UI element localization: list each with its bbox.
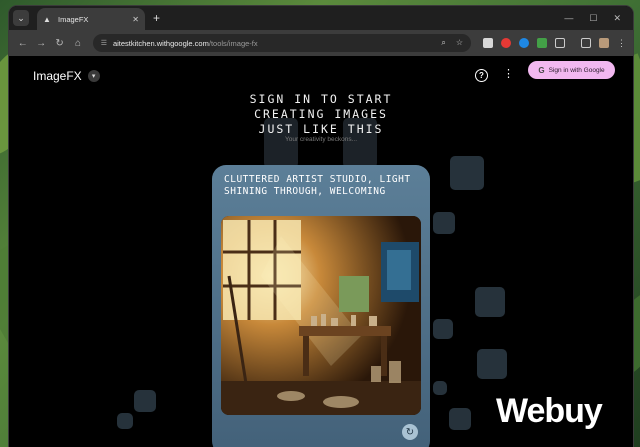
generated-image [221, 216, 421, 415]
zoom-icon[interactable]: ⌕ [441, 38, 445, 48]
home-icon[interactable]: ⌂ [70, 35, 85, 51]
help-icon[interactable]: ? [475, 69, 488, 82]
address-bar[interactable]: ☰ aitestkitchen.withgoogle.com/tools/ima… [92, 34, 472, 52]
tab-title: ImageFX [58, 14, 89, 24]
page-content: ImageFX ▾ ? ⋮ G Sign in with Google SIGN… [9, 56, 633, 447]
browser-window: ⌄ ▲ ImageFX ✕ + — ☐ ✕ ← → ↻ ⌂ ☰ aitestki… [9, 6, 633, 447]
decorative-square [433, 212, 455, 234]
decorative-square [433, 319, 453, 339]
sign-in-google-button[interactable]: G Sign in with Google [528, 61, 615, 79]
app-brand[interactable]: ImageFX ▾ [33, 69, 100, 83]
puzzle-icon[interactable] [555, 38, 566, 48]
browser-menu-icon[interactable]: ⋮ [617, 38, 627, 48]
close-icon[interactable]: ✕ [132, 15, 139, 24]
side-panel-icon[interactable] [581, 38, 592, 48]
profile-avatar[interactable] [599, 38, 610, 48]
back-arrow-icon[interactable]: ← [15, 35, 30, 51]
browser-toolbar: ← → ↻ ⌂ ☰ aitestkitchen.withgoogle.com/t… [9, 30, 633, 56]
decorative-square [134, 390, 156, 412]
bookmark-star-icon[interactable]: ☆ [456, 38, 463, 48]
decorative-square [477, 349, 507, 379]
decorative-square [475, 287, 505, 317]
extension-icon[interactable] [519, 38, 530, 48]
brand-name: ImageFX [33, 69, 82, 83]
browser-tab-imagefx[interactable]: ▲ ImageFX ✕ [37, 8, 145, 30]
decorative-square [449, 408, 471, 430]
decorative-square [117, 413, 133, 429]
minimize-icon[interactable]: — [564, 13, 573, 24]
site-info-icon[interactable]: ☰ [101, 39, 107, 47]
maximize-icon[interactable]: ☐ [589, 13, 597, 24]
extension-icon[interactable] [537, 38, 548, 48]
refresh-icon: ↻ [405, 426, 415, 438]
hero-headline: SIGN IN TO START CREATING IMAGES JUST LI… [249, 92, 393, 136]
reload-icon[interactable]: ↻ [52, 35, 67, 51]
example-card: CLUTTERED ARTIST STUDIO, LIGHT SHINING T… [212, 165, 430, 447]
card-prompt-title: CLUTTERED ARTIST STUDIO, LIGHT SHINING T… [224, 174, 411, 197]
extension-icon[interactable] [501, 38, 512, 48]
refresh-image-button[interactable]: ↻ [402, 424, 418, 440]
watermark-logo: Webuy [496, 392, 603, 430]
triangle-logo-icon: ▲ [43, 14, 51, 24]
close-window-icon[interactable]: ✕ [613, 13, 621, 24]
decorative-square [450, 156, 484, 190]
decorative-square [433, 381, 447, 395]
window-controls: — ☐ ✕ [564, 13, 621, 24]
google-g-icon: G [538, 65, 545, 75]
chevron-down-icon: ⌄ [17, 12, 25, 23]
hero-tagline: Your creativity beckons... [284, 136, 358, 143]
tab-search-button[interactable]: ⌄ [13, 10, 29, 26]
new-tab-button[interactable]: + [153, 11, 160, 25]
extensions-area: ⋮ [483, 38, 627, 48]
forward-arrow-icon[interactable]: → [33, 35, 48, 51]
url-text: aitestkitchen.withgoogle.com/tools/image… [112, 38, 258, 48]
chevron-down-icon[interactable]: ▾ [87, 70, 100, 82]
tab-strip: ⌄ ▲ ImageFX ✕ + — ☐ ✕ [9, 6, 633, 30]
more-options-icon[interactable]: ⋮ [503, 67, 514, 80]
extension-icon[interactable] [483, 38, 494, 48]
artist-studio-illustration [221, 216, 421, 415]
